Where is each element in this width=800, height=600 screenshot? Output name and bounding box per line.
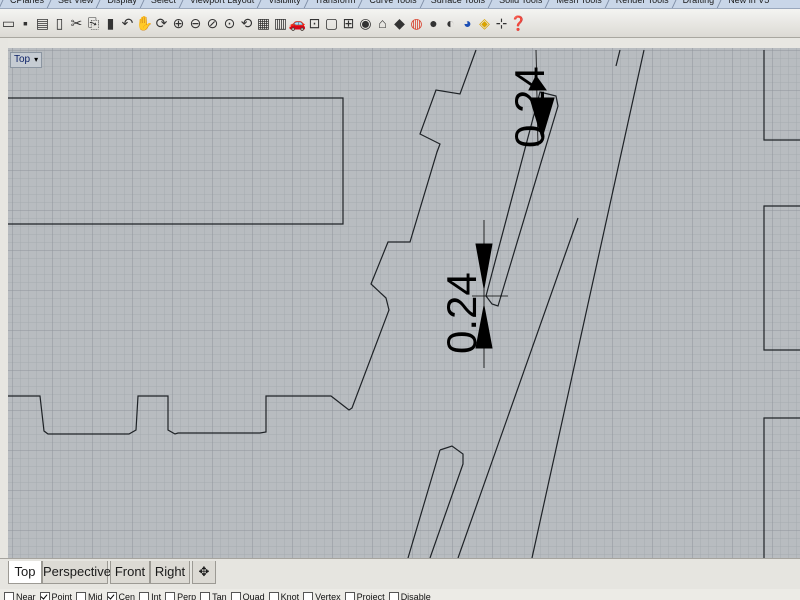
osnap-cen-label: Cen [118,592,136,600]
osnap-point-label: Point [51,592,73,600]
lock-icon[interactable]: ⌂ [374,11,391,35]
toolbar-tab-surface-tools[interactable]: Surface Tools [421,0,489,6]
osnap-near-checkbox[interactable] [4,592,14,600]
osnap-project-checkbox[interactable] [344,592,355,600]
tab-front[interactable]: Front [110,561,150,584]
osnap-int-checkbox[interactable] [139,592,150,600]
rectangle-select-icon[interactable]: ▢ [323,11,340,35]
toolbar-tab-display[interactable]: Display [97,0,141,6]
toolbar-tab-viewport-layout[interactable]: Viewport Layout [180,0,258,6]
osnap-disable-label: Disable [400,592,431,600]
viewport-menu-arrow-icon[interactable]: ▾ [34,53,38,67]
osnap-int-label: Int [151,592,162,600]
osnap-row: Near Point Mid Cen Int Perp Tan Quad Knot Vertex P… [0,592,431,600]
select-points-icon[interactable]: ⊡ [306,11,323,35]
toolbar-tab-visibility[interactable]: Visibility [258,0,304,6]
osnap-quad-label: Quad [242,592,265,600]
toolbar-tab-transform[interactable]: Transform [305,0,360,6]
osnap-knot-checkbox[interactable] [268,592,279,600]
toolbar-tab-curve-tools[interactable]: Curve Tools [359,0,420,6]
rendered-sphere-icon[interactable]: ◕ [459,11,476,35]
help-icon[interactable]: ❓ [510,11,527,35]
material-icon[interactable]: ◆ [391,11,408,35]
light-icon[interactable]: ◉ [357,11,374,35]
save-icon[interactable]: ▪ [17,11,34,35]
toolbar-tab-drafting[interactable]: Drafting [673,0,719,6]
osnap-tan-label: Tan [212,592,227,600]
add-viewport-tab-icon[interactable]: ✥ [192,561,216,584]
osnap-tan-checkbox[interactable] [200,592,211,600]
osnap-disable-checkbox[interactable] [388,592,399,600]
zoom-extents-icon[interactable]: ⊖ [187,11,204,35]
toolbar-tab-strip: CPlanes Set View Display Select Viewport Lay… [0,0,800,9]
toolbar-tabs: CPlanes Set View Display Select Viewport Lay… [0,0,773,6]
osnap-point-checkbox[interactable] [39,592,50,600]
osnap-vertex-checkbox[interactable] [303,592,314,600]
viewport-title-label[interactable]: Top ▾ [10,52,43,68]
osnap-near-label: Near [16,592,36,600]
toolbar-tab-new-in-v5[interactable]: New in V5 [718,0,773,6]
tab-right[interactable]: Right [150,561,190,584]
tab-top[interactable]: Top [8,561,42,584]
gumball-icon[interactable]: ◈ [476,11,493,35]
pan-icon[interactable]: ✋ [136,11,153,35]
undo-icon[interactable]: ↶ [119,11,136,35]
zoom-dynamic-icon[interactable]: ⊙ [221,11,238,35]
dimension-upper-text: 0.24 [506,66,553,148]
print-icon[interactable]: ▤ [34,11,51,35]
zoom-window-icon[interactable]: ⊕ [170,11,187,35]
osnap-perp-checkbox[interactable] [165,592,176,600]
rhino-window: { "toolbar_tabs": ["CPlanes","Set View",… [0,0,800,600]
osnap-vertex-label: Vertex [315,592,341,600]
top-viewport[interactable]: 0.24 0.24 [8,48,800,558]
shaded-sphere-icon[interactable]: ◐ [442,11,459,35]
osnap-project-label: Project [356,592,385,600]
viewport-canvas[interactable]: 0.24 0.24 [8,48,800,558]
cut-icon[interactable]: ✂ [68,11,85,35]
osnap-mid-checkbox[interactable] [76,592,87,600]
paste-icon[interactable]: ▮ [102,11,119,35]
four-viewports-icon[interactable]: ▦ [255,11,272,35]
copy-icon[interactable]: ⎘ [85,11,102,35]
new-file-icon[interactable]: ▭ [0,11,17,35]
osnap-knot-label: Knot [280,592,300,600]
osnap-perp-label: Perp [177,592,197,600]
osnap-cen-checkbox[interactable] [106,592,117,600]
tab-perspective[interactable]: Perspective [42,561,111,584]
undo-view-icon[interactable]: ⟲ [238,11,255,35]
toolbar-tab-cplanes[interactable]: CPlanes [0,0,48,6]
zoom-selected-icon[interactable]: ⊘ [204,11,221,35]
viewport-tabs: Top Perspective Front Right ✥ [0,558,800,589]
toolbar-tab-render-tools[interactable]: Render Tools [606,0,673,6]
rotate-view-icon[interactable]: ⟳ [153,11,170,35]
viewport-frame [8,38,800,48]
toolbar-tab-solid-tools[interactable]: Solid Tools [489,0,546,6]
toolbar-tab-set-view[interactable]: Set View [48,0,97,6]
osnap-bar: Near Point Mid Cen Int Perp Tan Quad Knot Vertex P… [0,589,800,600]
standard-toolbar: ▭ ▪ ▤ ▯ ✂ ⎘ ▮ ↶ ✋ ⟳ ⊕ ⊖ ⊘ ⊙ ⟲ ▦ ▥ 🚗 ⊡ ▢ ⊞ ◉ ⌂ ◆ ◍ ● ◐ ◕ ◈ ⊹ ❓ [0,9,800,38]
import-icon[interactable]: ▯ [51,11,68,35]
color-circle-icon[interactable]: ◍ [408,11,425,35]
osnap-icon[interactable]: ⊹ [493,11,510,35]
toolbar-tab-mesh-tools[interactable]: Mesh Tools [546,0,605,6]
render-sphere-icon[interactable]: ● [425,11,442,35]
dimension-lower-text: 0.24 [438,272,485,354]
viewport-title[interactable]: Top [14,53,30,67]
osnap-mid-label: Mid [88,592,103,600]
grid-icon[interactable]: ▥ [272,11,289,35]
osnap-quad-checkbox[interactable] [230,592,241,600]
car-icon[interactable]: 🚗 [289,11,306,35]
cplane-icon[interactable]: ⊞ [340,11,357,35]
toolbar-tab-select[interactable]: Select [141,0,180,6]
